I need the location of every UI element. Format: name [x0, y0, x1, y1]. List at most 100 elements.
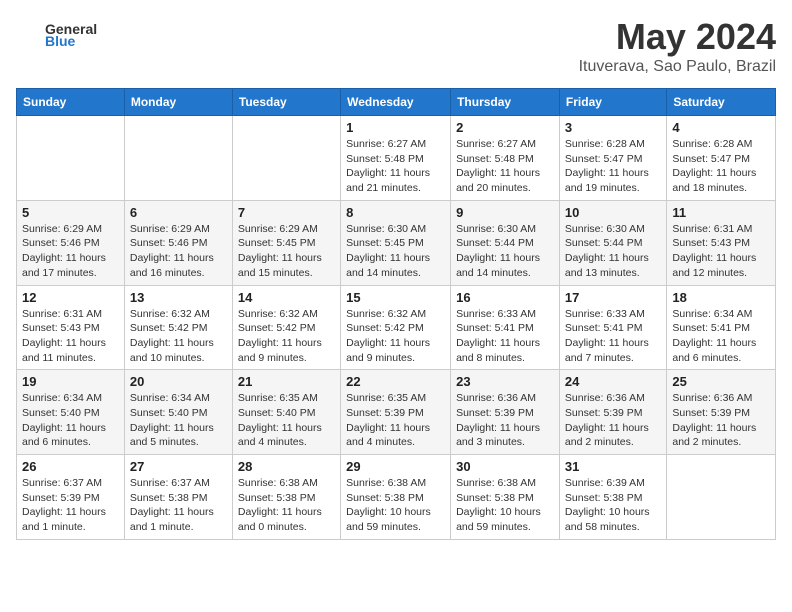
day-number: 8: [346, 205, 445, 220]
calendar-cell: 7 Sunrise: 6:29 AM Sunset: 5:45 PM Daylig…: [232, 200, 340, 285]
calendar-cell: [124, 116, 232, 201]
day-number: 14: [238, 290, 335, 305]
day-number: 6: [130, 205, 227, 220]
day-number: 7: [238, 205, 335, 220]
logo-icon: General Blue: [16, 16, 106, 52]
weekday-header-row: SundayMondayTuesdayWednesdayThursdayFrid…: [17, 89, 776, 116]
day-info: Sunrise: 6:27 AM Sunset: 5:48 PM Dayligh…: [346, 137, 445, 196]
week-row-4: 19 Sunrise: 6:34 AM Sunset: 5:40 PM Dayli…: [17, 370, 776, 455]
header-monday: Monday: [124, 89, 232, 116]
day-info: Sunrise: 6:30 AM Sunset: 5:44 PM Dayligh…: [565, 222, 661, 281]
calendar-cell: 12 Sunrise: 6:31 AM Sunset: 5:43 PM Dayli…: [17, 285, 125, 370]
day-number: 25: [672, 374, 770, 389]
header-tuesday: Tuesday: [232, 89, 340, 116]
day-info: Sunrise: 6:32 AM Sunset: 5:42 PM Dayligh…: [238, 307, 335, 366]
day-info: Sunrise: 6:34 AM Sunset: 5:40 PM Dayligh…: [130, 391, 227, 450]
day-number: 3: [565, 120, 661, 135]
day-number: 2: [456, 120, 554, 135]
day-number: 5: [22, 205, 119, 220]
day-info: Sunrise: 6:28 AM Sunset: 5:47 PM Dayligh…: [672, 137, 770, 196]
calendar-cell: 25 Sunrise: 6:36 AM Sunset: 5:39 PM Dayli…: [667, 370, 776, 455]
day-info: Sunrise: 6:30 AM Sunset: 5:45 PM Dayligh…: [346, 222, 445, 281]
day-info: Sunrise: 6:33 AM Sunset: 5:41 PM Dayligh…: [456, 307, 554, 366]
calendar-cell: [17, 116, 125, 201]
calendar-cell: 15 Sunrise: 6:32 AM Sunset: 5:42 PM Dayli…: [341, 285, 451, 370]
day-number: 12: [22, 290, 119, 305]
day-number: 9: [456, 205, 554, 220]
calendar-cell: 2 Sunrise: 6:27 AM Sunset: 5:48 PM Daylig…: [451, 116, 560, 201]
calendar-cell: 19 Sunrise: 6:34 AM Sunset: 5:40 PM Dayli…: [17, 370, 125, 455]
calendar-table: SundayMondayTuesdayWednesdayThursdayFrid…: [16, 88, 776, 540]
calendar-cell: 31 Sunrise: 6:39 AM Sunset: 5:38 PM Dayli…: [559, 455, 666, 540]
calendar-cell: 17Sunrise: 6:33 AM Sunset: 5:41 PM Dayli…: [559, 285, 666, 370]
day-info: Sunrise: 6:36 AM Sunset: 5:39 PM Dayligh…: [456, 391, 554, 450]
day-info: Sunrise: 6:27 AM Sunset: 5:48 PM Dayligh…: [456, 137, 554, 196]
day-number: 23: [456, 374, 554, 389]
calendar-cell: 10 Sunrise: 6:30 AM Sunset: 5:44 PM Dayli…: [559, 200, 666, 285]
week-row-5: 26Sunrise: 6:37 AM Sunset: 5:39 PM Dayli…: [17, 455, 776, 540]
calendar-cell: 3 Sunrise: 6:28 AM Sunset: 5:47 PM Daylig…: [559, 116, 666, 201]
day-number: 15: [346, 290, 445, 305]
day-number: 21: [238, 374, 335, 389]
day-info: Sunrise: 6:38 AM Sunset: 5:38 PM Dayligh…: [346, 476, 445, 535]
day-info: Sunrise: 6:30 AM Sunset: 5:44 PM Dayligh…: [456, 222, 554, 281]
calendar-cell: 6 Sunrise: 6:29 AM Sunset: 5:46 PM Daylig…: [124, 200, 232, 285]
day-number: 10: [565, 205, 661, 220]
logo: General Blue: [16, 16, 106, 52]
day-number: 16: [456, 290, 554, 305]
day-info: Sunrise: 6:35 AM Sunset: 5:39 PM Dayligh…: [346, 391, 445, 450]
calendar-cell: 26Sunrise: 6:37 AM Sunset: 5:39 PM Dayli…: [17, 455, 125, 540]
day-info: Sunrise: 6:38 AM Sunset: 5:38 PM Dayligh…: [456, 476, 554, 535]
day-info: Sunrise: 6:39 AM Sunset: 5:38 PM Dayligh…: [565, 476, 661, 535]
day-number: 20: [130, 374, 227, 389]
page-header: General Blue May 2024 Ituverava, Sao Pau…: [16, 16, 776, 76]
day-info: Sunrise: 6:37 AM Sunset: 5:39 PM Dayligh…: [22, 476, 119, 535]
calendar-cell: 9 Sunrise: 6:30 AM Sunset: 5:44 PM Daylig…: [451, 200, 560, 285]
day-number: 1: [346, 120, 445, 135]
calendar-cell: [667, 455, 776, 540]
day-info: Sunrise: 6:32 AM Sunset: 5:42 PM Dayligh…: [346, 307, 445, 366]
calendar-cell: 28Sunrise: 6:38 AM Sunset: 5:38 PM Dayli…: [232, 455, 340, 540]
day-info: Sunrise: 6:28 AM Sunset: 5:47 PM Dayligh…: [565, 137, 661, 196]
title-block: May 2024 Ituverava, Sao Paulo, Brazil: [579, 16, 776, 76]
day-info: Sunrise: 6:36 AM Sunset: 5:39 PM Dayligh…: [565, 391, 661, 450]
day-info: Sunrise: 6:29 AM Sunset: 5:46 PM Dayligh…: [22, 222, 119, 281]
calendar-cell: 13Sunrise: 6:32 AM Sunset: 5:42 PM Dayli…: [124, 285, 232, 370]
week-row-1: 1 Sunrise: 6:27 AM Sunset: 5:48 PM Daylig…: [17, 116, 776, 201]
day-number: 31: [565, 459, 661, 474]
day-info: Sunrise: 6:29 AM Sunset: 5:45 PM Dayligh…: [238, 222, 335, 281]
header-sunday: Sunday: [17, 89, 125, 116]
header-friday: Friday: [559, 89, 666, 116]
day-number: 29: [346, 459, 445, 474]
day-info: Sunrise: 6:33 AM Sunset: 5:41 PM Dayligh…: [565, 307, 661, 366]
day-info: Sunrise: 6:34 AM Sunset: 5:41 PM Dayligh…: [672, 307, 770, 366]
calendar-cell: 29 Sunrise: 6:38 AM Sunset: 5:38 PM Dayli…: [341, 455, 451, 540]
calendar-cell: 11 Sunrise: 6:31 AM Sunset: 5:43 PM Dayli…: [667, 200, 776, 285]
day-number: 11: [672, 205, 770, 220]
day-info: Sunrise: 6:36 AM Sunset: 5:39 PM Dayligh…: [672, 391, 770, 450]
svg-text:Blue: Blue: [45, 33, 76, 49]
day-number: 30: [456, 459, 554, 474]
day-info: Sunrise: 6:34 AM Sunset: 5:40 PM Dayligh…: [22, 391, 119, 450]
day-number: 18: [672, 290, 770, 305]
calendar-cell: 27Sunrise: 6:37 AM Sunset: 5:38 PM Dayli…: [124, 455, 232, 540]
calendar-cell: 18 Sunrise: 6:34 AM Sunset: 5:41 PM Dayli…: [667, 285, 776, 370]
calendar-cell: 23 Sunrise: 6:36 AM Sunset: 5:39 PM Dayli…: [451, 370, 560, 455]
location-subtitle: Ituverava, Sao Paulo, Brazil: [579, 58, 776, 76]
header-saturday: Saturday: [667, 89, 776, 116]
day-info: Sunrise: 6:29 AM Sunset: 5:46 PM Dayligh…: [130, 222, 227, 281]
day-number: 19: [22, 374, 119, 389]
calendar-cell: 30 Sunrise: 6:38 AM Sunset: 5:38 PM Dayli…: [451, 455, 560, 540]
day-info: Sunrise: 6:38 AM Sunset: 5:38 PM Dayligh…: [238, 476, 335, 535]
calendar-cell: 4Sunrise: 6:28 AM Sunset: 5:47 PM Daylig…: [667, 116, 776, 201]
header-wednesday: Wednesday: [341, 89, 451, 116]
calendar-cell: [232, 116, 340, 201]
day-info: Sunrise: 6:31 AM Sunset: 5:43 PM Dayligh…: [672, 222, 770, 281]
calendar-cell: 24Sunrise: 6:36 AM Sunset: 5:39 PM Dayli…: [559, 370, 666, 455]
day-number: 13: [130, 290, 227, 305]
week-row-2: 5 Sunrise: 6:29 AM Sunset: 5:46 PM Daylig…: [17, 200, 776, 285]
day-info: Sunrise: 6:37 AM Sunset: 5:38 PM Dayligh…: [130, 476, 227, 535]
calendar-cell: 20 Sunrise: 6:34 AM Sunset: 5:40 PM Dayli…: [124, 370, 232, 455]
calendar-cell: 14 Sunrise: 6:32 AM Sunset: 5:42 PM Dayli…: [232, 285, 340, 370]
day-info: Sunrise: 6:31 AM Sunset: 5:43 PM Dayligh…: [22, 307, 119, 366]
